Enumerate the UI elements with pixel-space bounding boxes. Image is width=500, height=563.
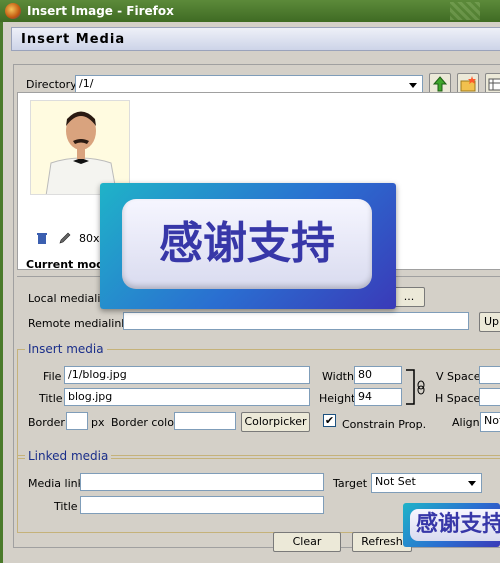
width-input[interactable]: 80 (354, 366, 402, 384)
border-unit: px (91, 416, 105, 429)
promo-overlay-text: 感谢支持 (122, 199, 372, 289)
dialog-header: Insert Media (11, 27, 500, 51)
vspace-label: V Space (436, 370, 481, 383)
media-link-label: Media link (28, 477, 84, 490)
align-select[interactable]: Not (480, 412, 500, 432)
link-proportions-icon[interactable] (404, 368, 428, 408)
media-link-input[interactable] (80, 473, 324, 491)
border-input[interactable] (66, 412, 88, 430)
width-label: Width (322, 370, 354, 383)
promo-overlay: 感谢支持 (100, 183, 396, 309)
vspace-input[interactable] (479, 366, 500, 384)
upload-button[interactable]: Uplo (479, 312, 500, 332)
browse-button[interactable]: ... (393, 287, 425, 307)
insert-media-legend: Insert media (25, 342, 107, 356)
new-folder-icon (460, 76, 476, 92)
firefox-icon (5, 3, 21, 19)
chevron-down-icon (406, 78, 420, 92)
arrow-up-icon (432, 76, 448, 92)
media-thumbnail[interactable] (30, 100, 130, 195)
remote-medialink-input[interactable] (123, 312, 469, 330)
constrain-checkbox[interactable]: ✔ (323, 414, 336, 427)
border-color-input[interactable] (174, 412, 236, 430)
hspace-label: H Space (435, 392, 481, 405)
dialog-title: Insert Media (21, 32, 126, 47)
trash-icon[interactable] (35, 231, 49, 245)
titlebar-grip (450, 2, 480, 20)
title-input[interactable]: blog.jpg (64, 388, 310, 406)
constrain-label: Constrain Prop. (342, 418, 427, 431)
colorpicker-button[interactable]: Colorpicker (241, 412, 310, 432)
border-label: Border (28, 416, 65, 429)
height-input[interactable]: 94 (354, 388, 402, 406)
remote-medialink-label: Remote medialink: (28, 317, 132, 330)
align-label: Align (452, 416, 480, 429)
border-color-label: Border color (111, 416, 179, 429)
hspace-input[interactable] (479, 388, 500, 406)
clear-button[interactable]: Clear (273, 532, 341, 552)
linked-title-input[interactable] (80, 496, 324, 514)
promo-overlay-small-text: 感谢支持 (410, 509, 500, 541)
chevron-down-icon (465, 476, 479, 490)
file-input[interactable]: /1/blog.jpg (64, 366, 310, 384)
pencil-icon[interactable] (58, 231, 72, 245)
window-titlebar: Insert Image - Firefox (0, 0, 500, 22)
thumbnail-image (31, 101, 129, 194)
linked-title-label: Title (54, 500, 78, 513)
target-label: Target (333, 477, 368, 490)
grid-view-icon (488, 78, 500, 91)
promo-overlay-small: 感谢支持 (403, 503, 500, 547)
directory-value: /1/ (79, 77, 94, 90)
linked-media-legend: Linked media (25, 449, 112, 463)
directory-label: Directory (26, 78, 77, 91)
current-mode-label: Current mode (26, 258, 112, 271)
target-value: Not Set (375, 475, 416, 488)
file-label: File (43, 370, 62, 383)
window-title: Insert Image - Firefox (27, 4, 174, 18)
height-label: Height (319, 392, 356, 405)
target-select[interactable]: Not Set (371, 473, 482, 493)
title-label: Title (39, 392, 63, 405)
